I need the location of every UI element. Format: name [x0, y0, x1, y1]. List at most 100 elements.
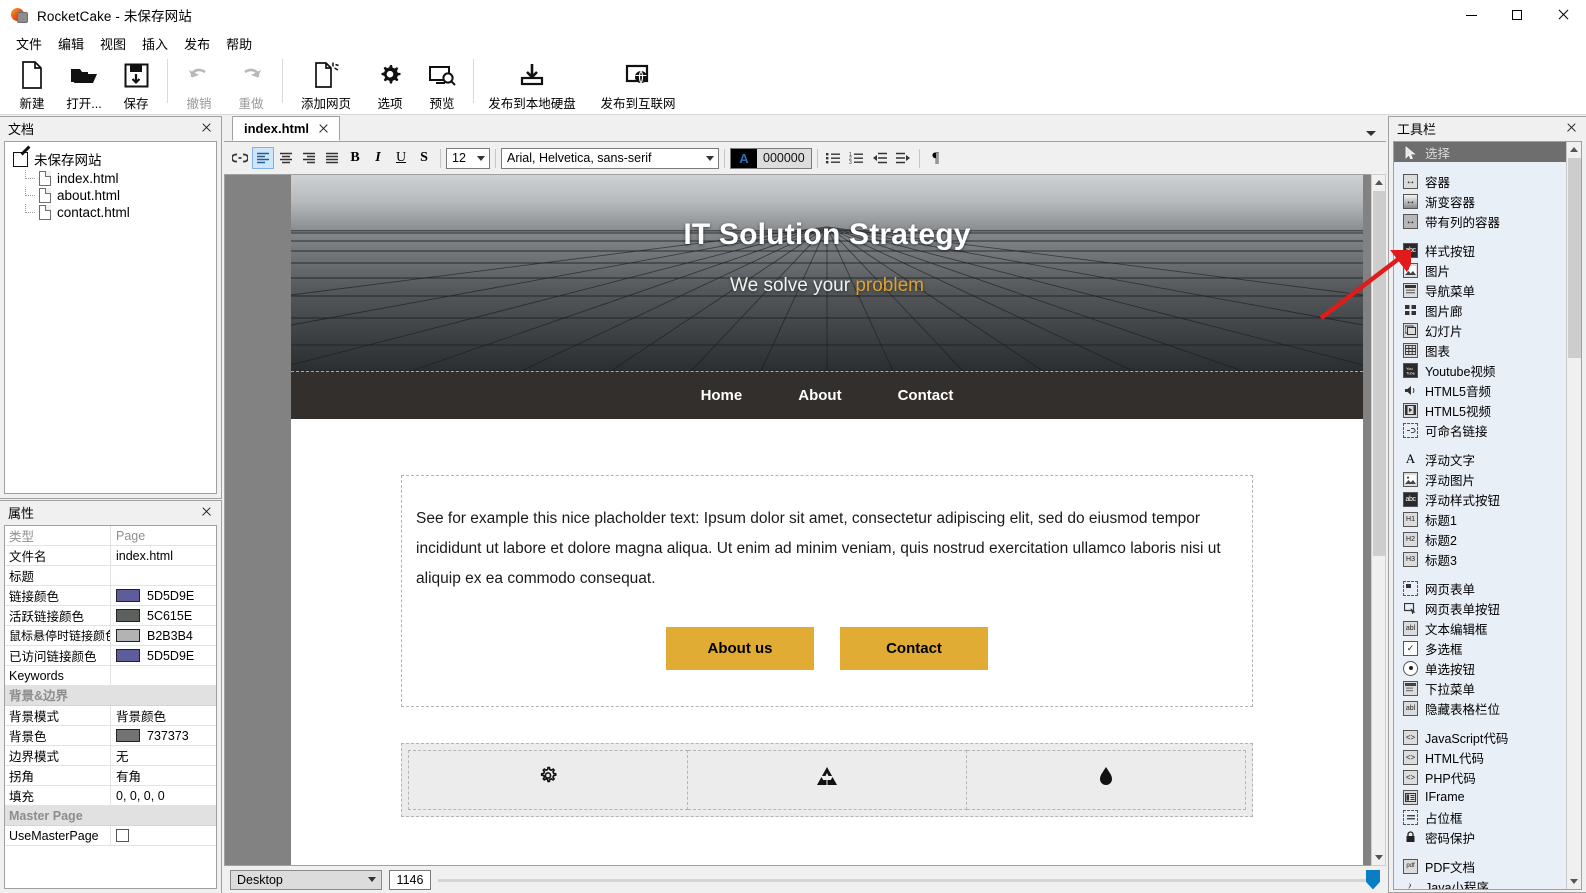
menu-edit[interactable]: 编辑 — [50, 31, 92, 56]
menu-help[interactable]: 帮助 — [218, 31, 260, 56]
about-us-button[interactable]: About us — [666, 626, 814, 670]
toolbox-item-web-form[interactable]: 网页表单 — [1394, 578, 1566, 598]
toolbox-item-javascript-code[interactable]: <> JavaScript代码 — [1394, 727, 1566, 747]
paragraph-mark-button[interactable]: ¶ — [925, 147, 947, 169]
documents-panel-close-icon[interactable] — [199, 120, 215, 136]
scroll-down-icon[interactable] — [1372, 850, 1385, 865]
close-button[interactable] — [1540, 0, 1586, 31]
toolbox-item-audio[interactable]: HTML5音频 — [1394, 380, 1566, 400]
property-row-bg-color[interactable]: 背景色 737373 — [5, 725, 216, 746]
device-select[interactable]: Desktop — [230, 869, 382, 890]
toolbox-item-gallery[interactable]: 图片廊 — [1394, 300, 1566, 320]
canvas-width-slider[interactable] — [438, 869, 1380, 890]
link-icon[interactable] — [229, 147, 251, 169]
strikethrough-button[interactable]: S — [413, 147, 435, 169]
property-row-link-color[interactable]: 链接颜色 5D5D9E — [5, 585, 216, 606]
toolbox-item-youtube[interactable]: You Tube Youtube视频 — [1394, 360, 1566, 380]
align-left-button[interactable] — [252, 147, 274, 169]
toolbar-options-button[interactable]: 选项 — [364, 55, 416, 113]
toolbox-item-floating-image[interactable]: 浮动图片 — [1394, 469, 1566, 489]
feature-cell-1[interactable] — [408, 749, 688, 810]
underline-button[interactable]: U — [390, 147, 412, 169]
property-row-corner[interactable]: 拐角 有角 — [5, 765, 216, 786]
color-swatch[interactable] — [116, 629, 140, 642]
property-row-title[interactable]: 标题 — [5, 565, 216, 586]
color-swatch[interactable] — [116, 589, 140, 602]
toolbar-publish-web-button[interactable]: 发布到互联网 — [585, 55, 691, 113]
color-swatch[interactable] — [116, 649, 140, 662]
toolbox-item-iframe[interactable]: IFrame — [1394, 787, 1566, 807]
toolbox-item-column-container[interactable]: ↔ 带有列的容器 — [1394, 211, 1566, 231]
feature-cell-2[interactable] — [688, 749, 967, 810]
page-canvas[interactable]: IT Solution Strategy We solve your probl… — [224, 174, 1386, 866]
nav-link-about[interactable]: About — [798, 387, 841, 404]
toolbox-panel-close-icon[interactable] — [1564, 120, 1580, 136]
toolbar-publish-local-button[interactable]: 发布到本地硬盘 — [479, 55, 585, 113]
property-row-keywords[interactable]: Keywords — [5, 665, 216, 686]
menu-view[interactable]: 视图 — [92, 31, 134, 56]
toolbox-item-hidden-field[interactable]: abl 隐藏表格栏位 — [1394, 698, 1566, 718]
use-master-page-checkbox[interactable] — [116, 829, 129, 842]
body-text-container[interactable]: See for example this nice placholder tex… — [401, 475, 1253, 707]
property-row-type[interactable]: 类型 Page — [5, 526, 216, 546]
align-center-button[interactable] — [275, 147, 297, 169]
tab-index-html[interactable]: index.html — [232, 116, 341, 141]
toolbox-item-styled-button[interactable]: abc 样式按钮 — [1394, 240, 1566, 260]
scroll-thumb[interactable] — [1373, 191, 1386, 556]
toolbox-item-form-button[interactable]: 网页表单按钮 — [1394, 598, 1566, 618]
toolbox-item-html-code[interactable]: <> HTML代码 — [1394, 747, 1566, 767]
toolbox-item-container[interactable]: ↔ 容器 — [1394, 171, 1566, 191]
property-row-bg-mode[interactable]: 背景模式 背景颜色 — [5, 705, 216, 726]
indent-button[interactable] — [892, 147, 914, 169]
canvas-vertical-scrollbar[interactable] — [1371, 174, 1386, 866]
toolbox-item-select[interactable]: 选择 — [1394, 142, 1566, 162]
hero-section[interactable]: IT Solution Strategy We solve your probl… — [291, 175, 1363, 371]
toolbox-scrollbar[interactable] — [1566, 142, 1581, 889]
toolbox-item-video[interactable]: HTML5视频 — [1394, 400, 1566, 420]
tree-item-index[interactable]: index.html — [9, 170, 212, 187]
color-swatch[interactable] — [116, 609, 140, 622]
toolbox-item-floating-text[interactable]: A 浮动文字 — [1394, 449, 1566, 469]
tree-item-contact[interactable]: contact.html — [9, 204, 212, 221]
property-row-use-master-page[interactable]: UseMasterPage — [5, 825, 216, 846]
toolbox-item-nav-menu[interactable]: 导航菜单 — [1394, 280, 1566, 300]
minimize-button[interactable] — [1448, 0, 1494, 31]
nav-link-home[interactable]: Home — [701, 387, 743, 404]
toolbox-item-dropdown[interactable]: 下拉菜单 — [1394, 678, 1566, 698]
slider-knob[interactable] — [1366, 869, 1380, 890]
toolbox-item-floating-styled-button[interactable]: abc 浮动样式按钮 — [1394, 489, 1566, 509]
property-row-filename[interactable]: 文件名 index.html — [5, 545, 216, 566]
numbered-list-button[interactable]: 123 — [846, 147, 868, 169]
toolbox-item-slideshow[interactable]: 幻灯片 — [1394, 320, 1566, 340]
bold-button[interactable]: B — [344, 147, 366, 169]
page-nav-menu[interactable]: Home About Contact — [291, 371, 1363, 419]
toolbox-item-anchor-link[interactable]: 可命名链接 — [1394, 420, 1566, 440]
property-row-visited-link-color[interactable]: 已访问链接颜色 5D5D9E — [5, 645, 216, 666]
toolbar-redo-button[interactable]: 重做 — [225, 55, 277, 113]
menu-insert[interactable]: 插入 — [134, 31, 176, 56]
property-row-active-link-color[interactable]: 活跃链接颜色 5C615E — [5, 605, 216, 626]
tree-item-about[interactable]: about.html — [9, 187, 212, 204]
toolbox-item-heading3[interactable]: H3 标题3 — [1394, 549, 1566, 569]
toolbox-scroll-thumb[interactable] — [1568, 158, 1581, 358]
outdent-button[interactable] — [869, 147, 891, 169]
toolbox-scroll-down-icon[interactable] — [1567, 874, 1580, 889]
align-justify-button[interactable] — [321, 147, 343, 169]
toolbox-item-placeholder[interactable]: 占位框 — [1394, 807, 1566, 827]
text-color-picker[interactable]: A 000000 — [730, 147, 812, 169]
toolbox-item-heading1[interactable]: H1 标题1 — [1394, 509, 1566, 529]
tree-root-site[interactable]: 未保存网站 — [9, 148, 212, 170]
toolbar-new-button[interactable]: 新建 — [6, 55, 58, 113]
toolbar-open-button[interactable]: 打开... — [58, 55, 110, 113]
toolbar-preview-button[interactable]: 预览 — [416, 55, 468, 113]
property-row-padding[interactable]: 填充 0, 0, 0, 0 — [5, 785, 216, 806]
toolbox-item-gradient-container[interactable]: ↔ 渐变容器 — [1394, 191, 1566, 211]
toolbox-item-checkbox[interactable]: ✓ 多选框 — [1394, 638, 1566, 658]
toolbox-item-java-applet[interactable]: Java小程序 — [1394, 876, 1566, 889]
properties-panel-close-icon[interactable] — [199, 504, 215, 520]
canvas-width-input[interactable]: 1146 — [389, 869, 431, 890]
contact-button[interactable]: Contact — [840, 626, 988, 670]
features-container[interactable] — [401, 742, 1253, 817]
menu-publish[interactable]: 发布 — [176, 31, 218, 56]
color-swatch[interactable] — [116, 729, 140, 742]
